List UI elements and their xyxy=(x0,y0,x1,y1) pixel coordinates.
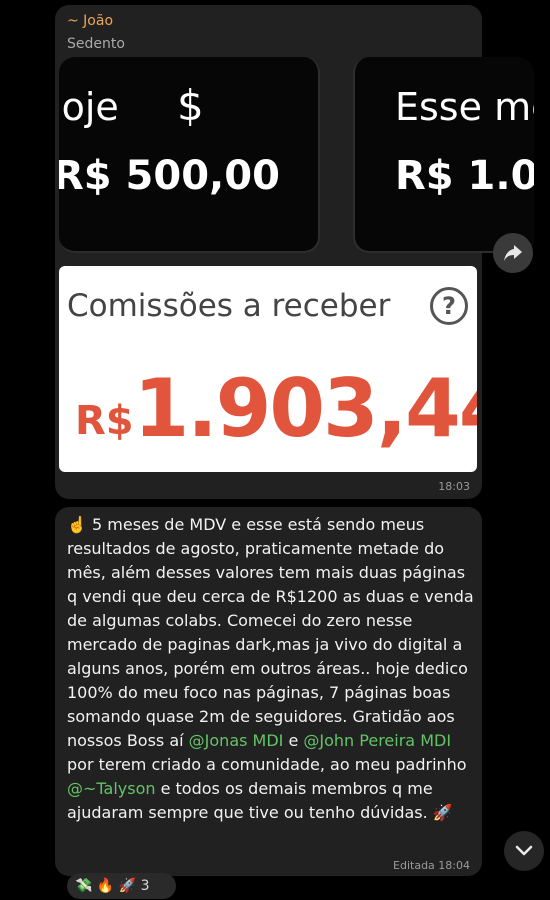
mention-john[interactable]: @John Pereira MDI xyxy=(303,731,451,750)
message-time: 18:03 xyxy=(438,480,470,493)
text-part: e xyxy=(283,731,304,750)
sender-status: Sedento xyxy=(67,36,125,52)
reaction-count: 3 xyxy=(140,878,150,894)
month-value: R$ 1.000 xyxy=(395,153,534,199)
amount-value: 1.903,44 xyxy=(133,362,477,455)
currency-symbol: R$ xyxy=(75,398,134,444)
commission-amount: R$1.903,44 xyxy=(75,362,477,455)
month-card: Esse mês R$ 1.000 xyxy=(353,57,534,253)
chevron-down-icon xyxy=(515,845,533,856)
commission-label: Comissões a receber xyxy=(67,288,391,324)
commission-card: Comissões a receber ? R$1.903,44 xyxy=(59,266,477,472)
mention-talyson[interactable]: @~Talyson xyxy=(67,779,156,798)
mention-jonas[interactable]: @Jonas MDI xyxy=(189,731,284,750)
month-label: Esse mês xyxy=(395,85,534,129)
message-bubble-image[interactable]: ~ João Sedento Hoje $ R$ 500,00 Esse mês… xyxy=(55,5,534,499)
message-text: ☝️ 5 meses de MDV e esse está sendo meus… xyxy=(67,513,475,825)
text-part: ☝️ 5 meses de MDV e esse está sendo meus… xyxy=(67,515,474,750)
sender-name[interactable]: ~ João xyxy=(67,13,113,29)
today-label: Hoje xyxy=(59,85,119,129)
scroll-down-button[interactable] xyxy=(504,831,544,871)
reactions-pill[interactable]: 💸 🔥 🚀 3 xyxy=(67,873,176,899)
reaction-emojis: 💸 🔥 🚀 xyxy=(75,878,137,894)
text-part: por terem criado a comunidade, ao meu pa… xyxy=(67,755,467,774)
today-card: Hoje $ R$ 500,00 xyxy=(59,57,320,253)
forward-button[interactable] xyxy=(493,233,533,273)
forward-arrow-icon xyxy=(504,245,522,261)
dollar-icon: $ xyxy=(177,81,204,130)
today-value: R$ 500,00 xyxy=(59,153,280,199)
message-time-edited: Editada 18:04 xyxy=(393,859,470,872)
help-icon: ? xyxy=(430,287,468,325)
message-bubble-text[interactable]: ☝️ 5 meses de MDV e esse está sendo meus… xyxy=(55,507,482,876)
